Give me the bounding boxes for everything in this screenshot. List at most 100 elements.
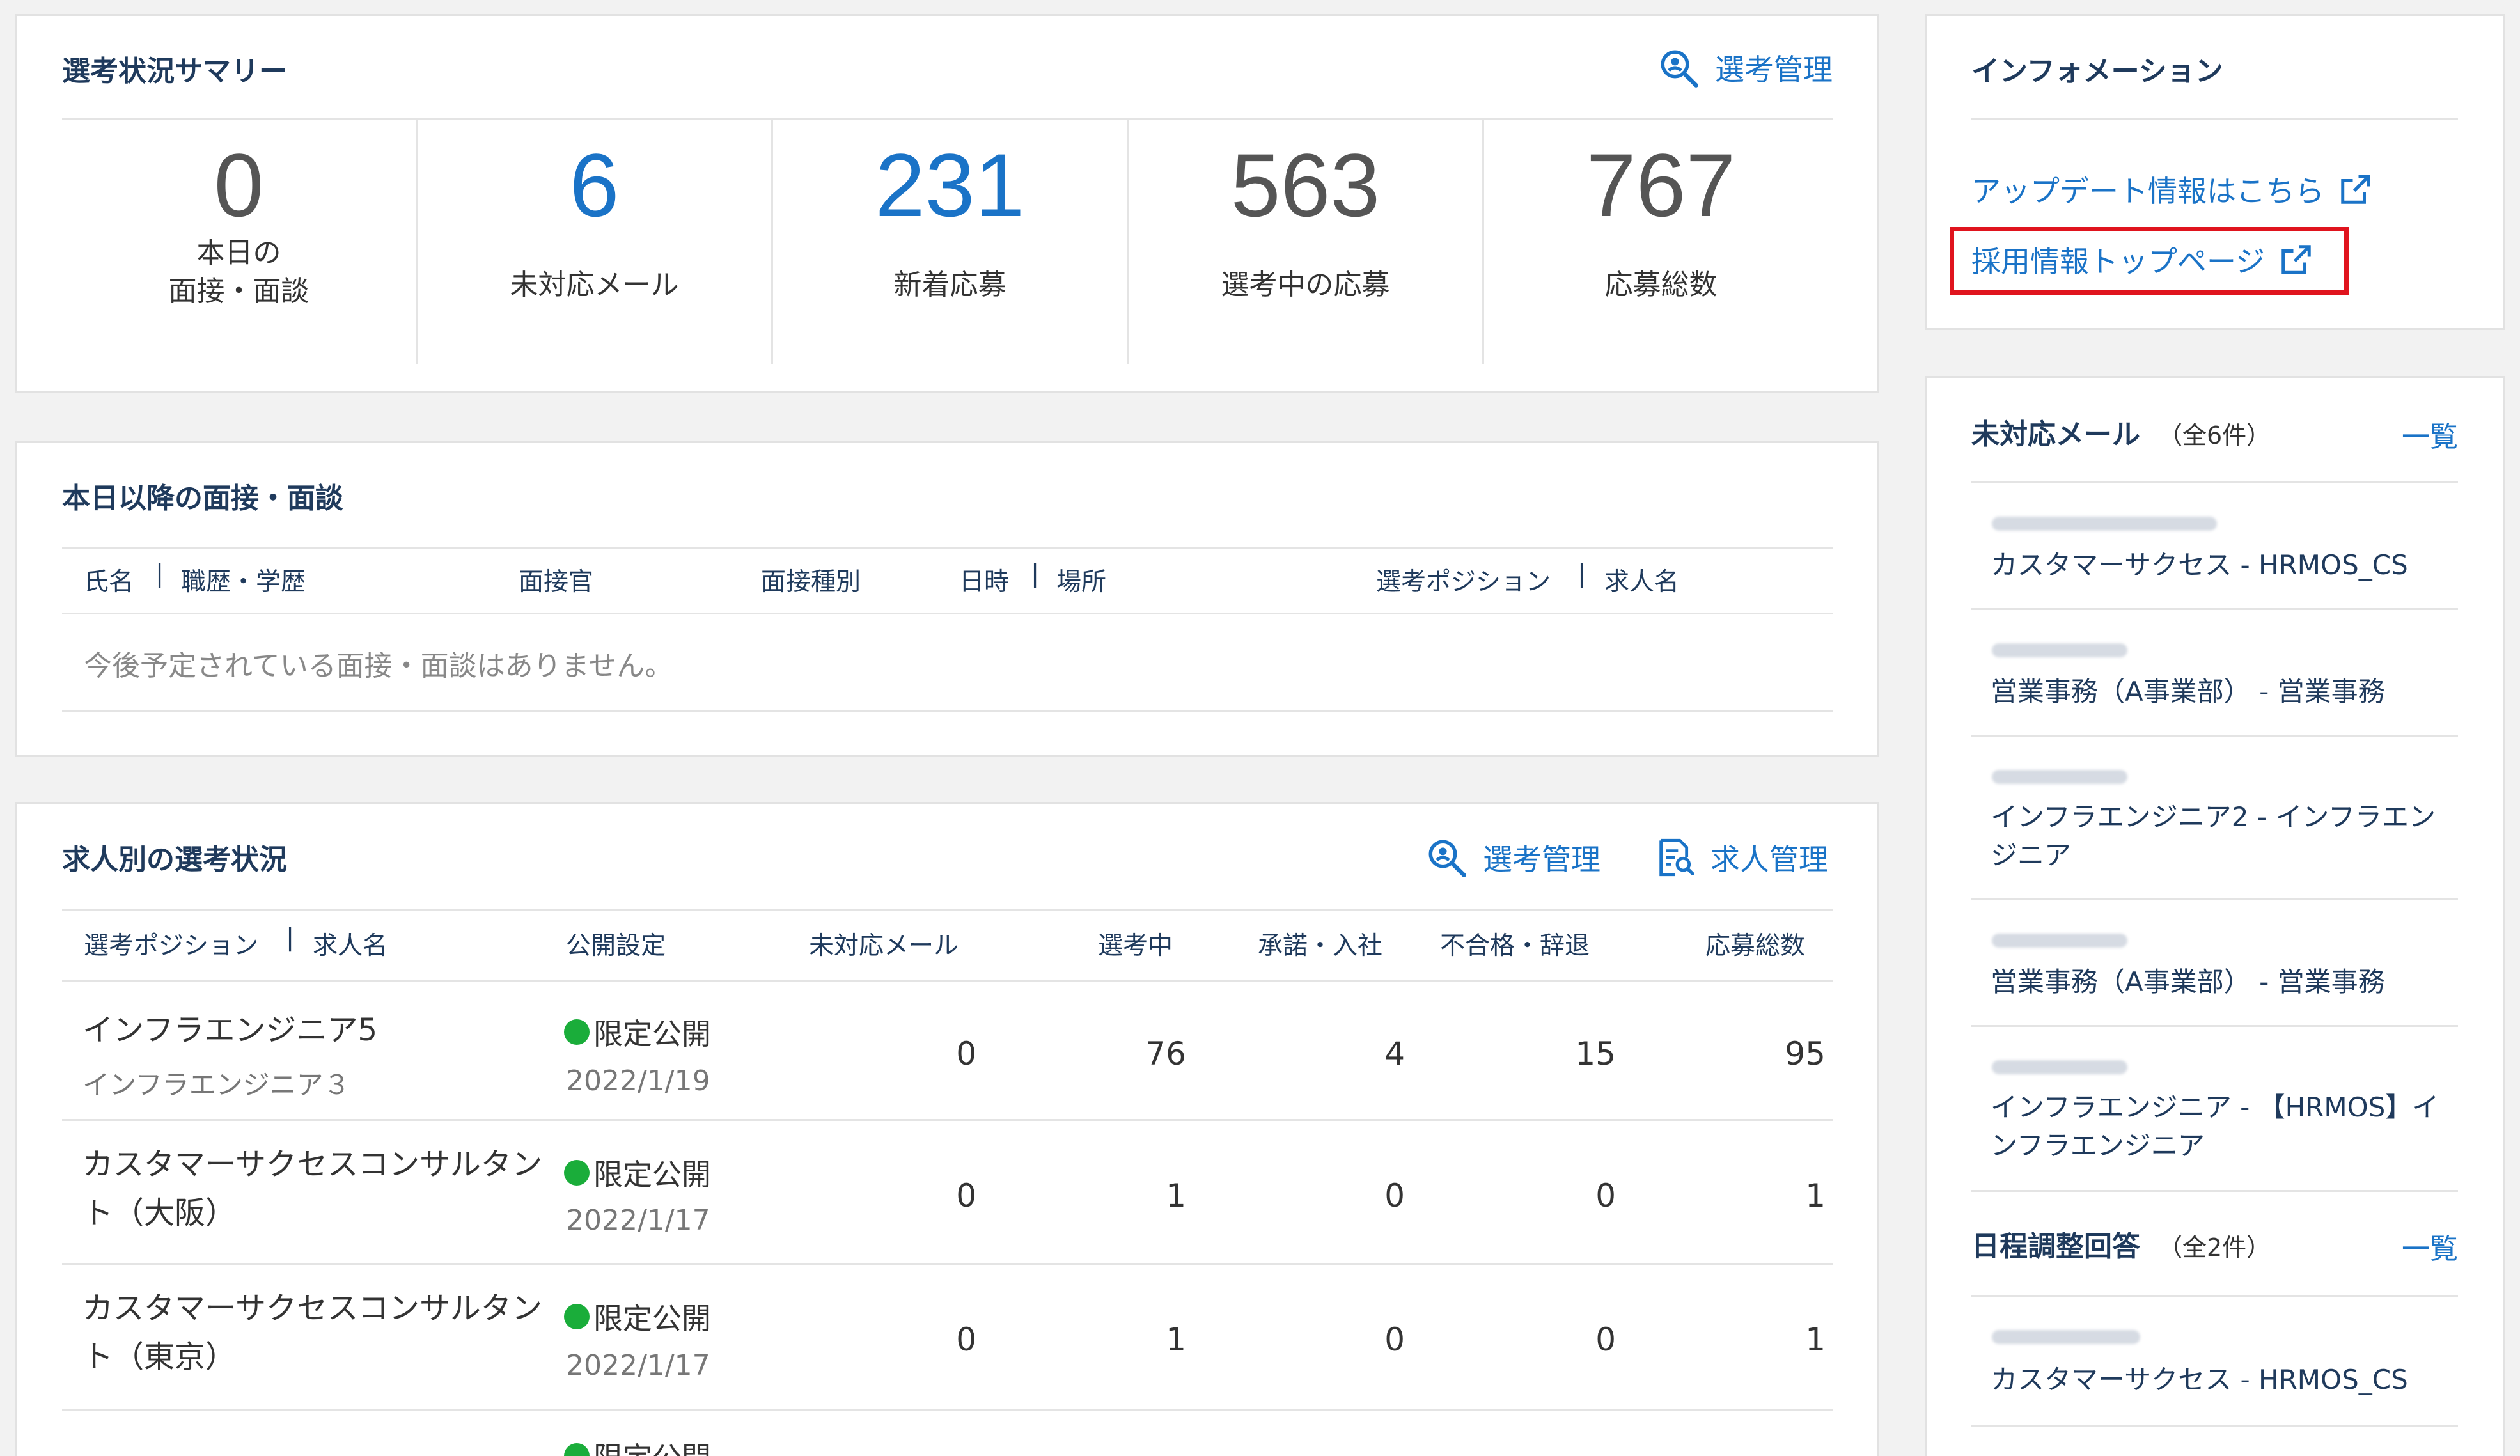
unread-count[interactable]: 0 xyxy=(874,1321,976,1358)
info-panel: インフォメーション アップデート情報はこちら 採用情報トップページ xyxy=(1925,14,2505,330)
unread-mail-title: 未対応メール （全6件） xyxy=(1971,411,2271,452)
stat-label: 新着応募 xyxy=(893,269,1006,301)
col-accepted: 承諾・入社 xyxy=(1258,932,1383,960)
total-count[interactable]: 1 xyxy=(1723,1177,1826,1214)
publish-date: 2022/1/17 xyxy=(566,1204,710,1237)
selection-manage-link[interactable]: 選考管理 xyxy=(1657,47,1833,89)
document-search-icon xyxy=(1659,838,1694,877)
col-interviewer: 面接官 xyxy=(519,568,594,597)
col-position: 選考ポジション xyxy=(84,932,259,960)
stat-in-selection: 563 選考中の応募 xyxy=(1129,137,1482,305)
stat-unread-mail[interactable]: 6 未対応メール xyxy=(418,137,771,305)
stat-label: 応募総数 xyxy=(1604,269,1718,301)
col-separator: | xyxy=(286,923,295,952)
col-total: 応募総数 xyxy=(1705,932,1806,960)
divider xyxy=(62,909,1833,911)
publish-label: 限定公開 xyxy=(593,1435,711,1456)
status-dot-icon xyxy=(564,1304,590,1329)
in-progress-count[interactable]: 76 xyxy=(1084,1035,1186,1072)
update-info-link[interactable]: アップデート情報はこちら xyxy=(1971,168,2373,210)
publish-status: 限定公開 xyxy=(564,1435,711,1456)
stat-value: 6 xyxy=(569,135,620,235)
table-row[interactable]: カスタマーサクセスコンサルタント（大阪） 限定公開 2022/1/17 0 1 … xyxy=(17,1121,1877,1265)
publish-date: 2022/1/19 xyxy=(566,1065,710,1097)
table-row[interactable]: インフラエンジニア5 インフラエンジニア３ 限定公開 2022/1/19 0 7… xyxy=(17,980,1877,1124)
table-row[interactable]: カスタマーサクセスコンサルタント（東京） 限定公開 2022/1/17 0 1 … xyxy=(17,1265,1877,1409)
list-item[interactable]: インフラエンジニア2 - インフラエンジニア xyxy=(1927,737,2503,898)
accepted-count[interactable]: 4 xyxy=(1303,1035,1405,1072)
schedule-subject: カスタマーサクセス - HRMOS_CS xyxy=(1991,1364,2408,1395)
job-name[interactable]: カスタマーサクセスコンサルタント（東京） xyxy=(82,1284,568,1381)
job-manage-link[interactable]: 求人管理 xyxy=(1654,836,1828,879)
stat-new-applications[interactable]: 231 新着応募 xyxy=(773,137,1127,305)
table-row[interactable]: 限定公開 xyxy=(17,1411,1877,1456)
mail-subject: カスタマーサクセス - HRMOS_CS xyxy=(1991,549,2408,581)
rejected-count[interactable]: 0 xyxy=(1514,1321,1616,1358)
col-separator: | xyxy=(1577,560,1586,588)
col-in-progress: 選考中 xyxy=(1098,932,1173,960)
in-progress-count[interactable]: 1 xyxy=(1084,1177,1186,1214)
blurred-sender xyxy=(1992,1330,2140,1344)
schedule-count: （全2件） xyxy=(2158,1233,2271,1262)
blurred-sender xyxy=(1992,934,2127,948)
jobs-panel: 求人別の選考状況 選考管理 求人管理 選考ポジション | 求人名 公開設定 未対… xyxy=(15,802,1879,1456)
col-separator: | xyxy=(155,560,164,588)
mail-panel: 未対応メール （全6件） 一覧 カスタマーサクセス - HRMOS_CS 営業事務… xyxy=(1925,376,2505,1456)
stat-today-interviews[interactable]: 0 本日の 面接・面談 xyxy=(62,137,416,311)
mail-subject: 営業事務（A事業部） - 営業事務 xyxy=(1991,676,2385,707)
summary-title: 選考状況サマリー xyxy=(62,55,287,88)
divider xyxy=(1971,1425,2458,1427)
status-dot-icon xyxy=(564,1160,590,1186)
update-info-label: アップデート情報はこちら xyxy=(1971,174,2324,208)
blurred-sender xyxy=(1992,643,2127,657)
divider xyxy=(1971,118,2458,120)
job-manage-label: 求人管理 xyxy=(1710,842,1828,877)
stat-value: 0 xyxy=(214,135,264,235)
total-count[interactable]: 95 xyxy=(1723,1035,1826,1072)
in-progress-count[interactable]: 1 xyxy=(1084,1321,1186,1358)
accepted-count[interactable]: 0 xyxy=(1303,1321,1405,1358)
list-item[interactable]: 営業事務（A事業部） - 営業事務 xyxy=(1927,900,2503,1025)
unread-mail-list-link[interactable]: 一覧 xyxy=(2402,414,2458,455)
divider xyxy=(62,547,1833,549)
col-unread: 未対応メール xyxy=(809,932,959,960)
publish-status: 限定公開 xyxy=(564,1011,711,1053)
selection-manage-label: 選考管理 xyxy=(1715,52,1833,87)
list-item[interactable]: 営業事務（A事業部） - 営業事務 xyxy=(1927,610,2503,735)
col-career: 職歴・学歴 xyxy=(181,568,306,597)
external-link-icon xyxy=(2281,245,2311,274)
info-title: インフォメーション xyxy=(1971,55,2223,88)
external-link-icon xyxy=(2341,175,2370,204)
publish-label: 限定公開 xyxy=(593,1301,711,1336)
publish-label: 限定公開 xyxy=(593,1157,711,1192)
stat-label-line2: 面接・面談 xyxy=(168,275,309,308)
job-name[interactable]: インフラエンジニア5 xyxy=(82,1006,568,1054)
publish-label: 限定公開 xyxy=(593,1017,711,1051)
accepted-count[interactable]: 0 xyxy=(1303,1177,1405,1214)
job-sub-name: インフラエンジニア３ xyxy=(82,1069,350,1100)
list-item[interactable]: カスタマーサクセス - HRMOS_CS xyxy=(1927,1297,2503,1421)
schedule-list-link[interactable]: 一覧 xyxy=(2402,1226,2458,1267)
rejected-count[interactable]: 0 xyxy=(1514,1177,1616,1214)
jobs-selection-manage-link[interactable]: 選考管理 xyxy=(1425,836,1600,879)
stat-value: 767 xyxy=(1586,135,1736,235)
unread-count[interactable]: 0 xyxy=(874,1035,976,1072)
mail-subject: インフラエンジニア - 【HRMOS】インフラエンジニア xyxy=(1991,1092,2439,1161)
jobs-selection-manage-label: 選考管理 xyxy=(1483,842,1600,877)
total-count[interactable]: 1 xyxy=(1723,1321,1826,1358)
status-dot-icon xyxy=(564,1019,590,1045)
col-separator: | xyxy=(1031,560,1040,588)
rejected-count[interactable]: 15 xyxy=(1514,1035,1616,1072)
col-publish: 公開設定 xyxy=(566,932,666,960)
list-item[interactable]: インフラエンジニア - 【HRMOS】インフラエンジニア xyxy=(1927,1027,2503,1190)
list-item[interactable]: カスタマーサクセス - HRMOS_CS xyxy=(1927,483,2503,608)
unread-count[interactable]: 0 xyxy=(874,1177,976,1214)
summary-divider xyxy=(62,118,1833,120)
stat-label: 本日の xyxy=(196,237,281,269)
col-type: 面接種別 xyxy=(761,568,861,597)
recruit-top-label: 採用情報トップページ xyxy=(1971,244,2266,279)
recruit-top-link[interactable]: 採用情報トップページ xyxy=(1971,239,2313,281)
job-name[interactable]: カスタマーサクセスコンサルタント（大阪） xyxy=(82,1140,568,1237)
unread-mail-title-text: 未対応メール xyxy=(1971,418,2140,451)
divider xyxy=(62,613,1833,614)
